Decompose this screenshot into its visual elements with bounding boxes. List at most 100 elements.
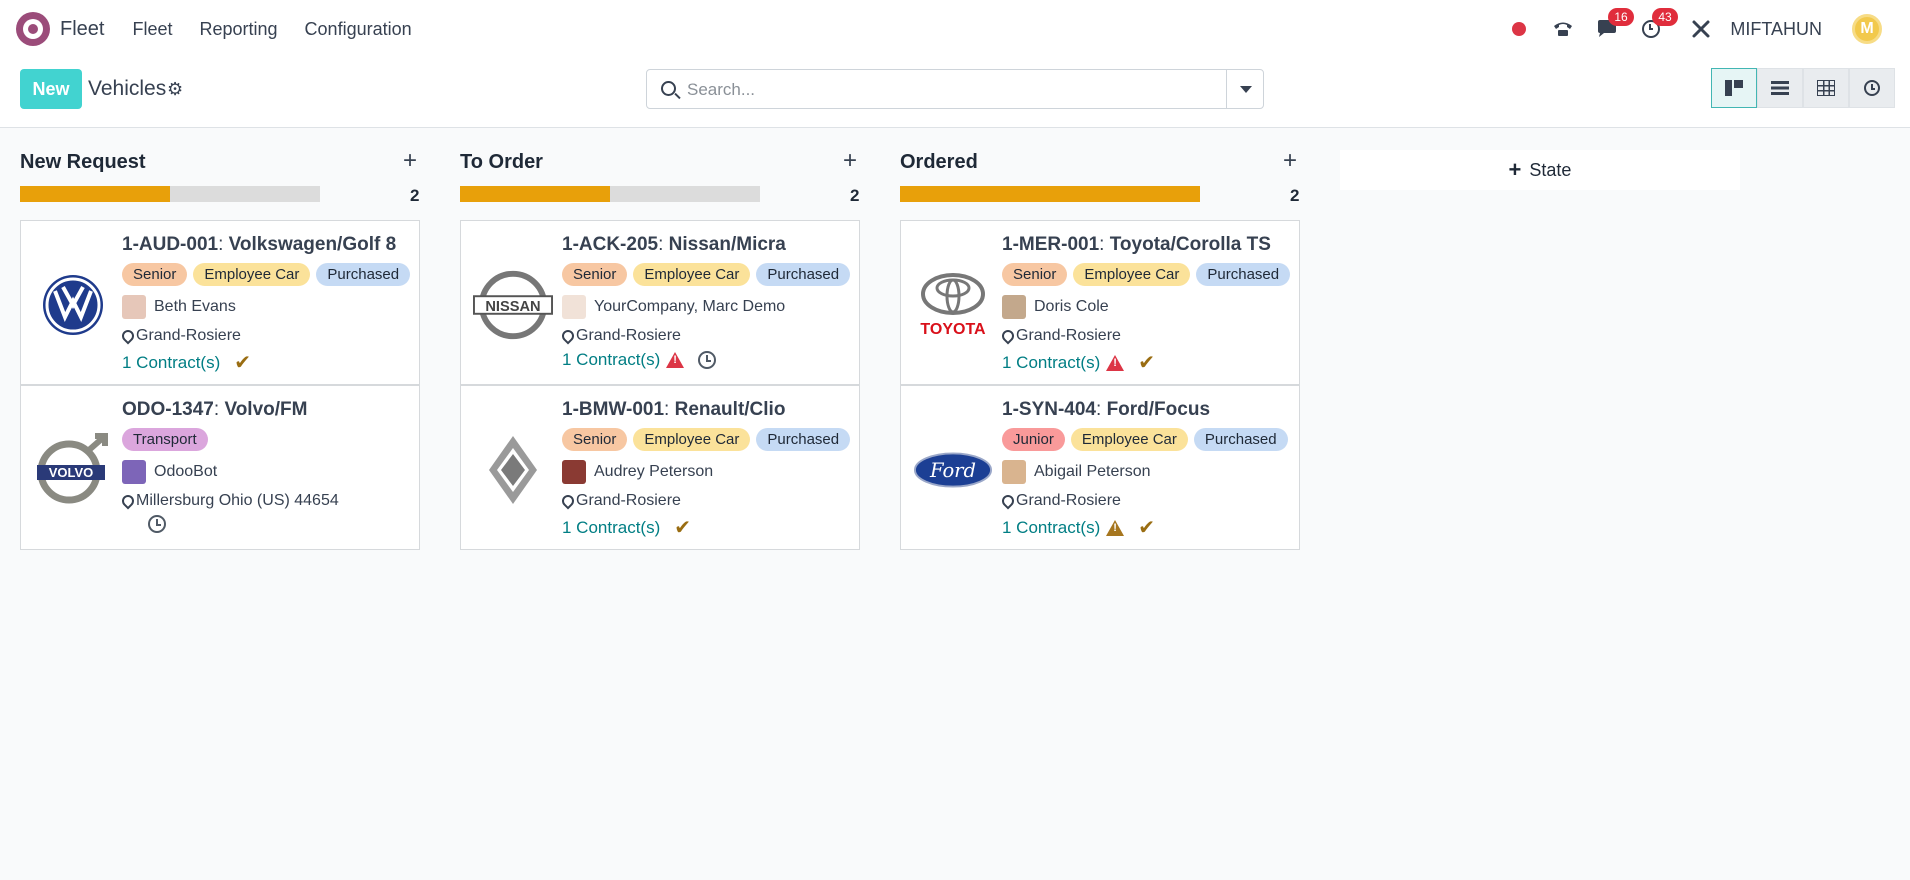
- add-column-label: State: [1529, 159, 1572, 180]
- vehicle-card[interactable]: TOYOTA 1-MER-001: Toyota/Corolla TS Seni…: [900, 220, 1300, 385]
- menu-configuration[interactable]: Configuration: [305, 19, 412, 40]
- vehicle-card[interactable]: NISSAN 1-ACK-205: Nissan/Micra Senior Emp…: [460, 220, 860, 385]
- svg-text:VOLVO: VOLVO: [49, 465, 94, 480]
- column-progress-bar[interactable]: [460, 186, 760, 202]
- kanban-icon: [1725, 80, 1743, 96]
- control-panel: New Vehicles ⚙ Search...: [0, 58, 1910, 128]
- volvo-logo: VOLVO: [33, 430, 113, 510]
- column-count: 2: [410, 186, 420, 205]
- vehicle-card[interactable]: 1-BMW-001: Renault/Clio Senior Employee C…: [460, 385, 860, 550]
- search-bar[interactable]: Search...: [646, 69, 1264, 109]
- search-icon: [661, 81, 676, 96]
- menu-fleet[interactable]: Fleet: [132, 19, 172, 40]
- contracts-link[interactable]: 1 Contract(s): [562, 518, 660, 538]
- recording-indicator-icon[interactable]: [1508, 18, 1530, 40]
- card-body: 1-AUD-001: Volkswagen/Golf 8 Senior Emplo…: [122, 234, 417, 375]
- column-title[interactable]: Ordered: [900, 151, 978, 174]
- card-footer: 1 Contract(s) ✔: [1002, 515, 1297, 540]
- column-count: 2: [1290, 186, 1300, 205]
- card-body: 1-BMW-001: Renault/Clio Senior Employee C…: [562, 399, 857, 540]
- map-pin-icon: [1002, 495, 1010, 507]
- view-switcher: [1711, 68, 1895, 108]
- progress-fill: [460, 186, 610, 202]
- column-title[interactable]: To Order: [460, 151, 543, 174]
- location-text: Grand-Rosiere: [136, 327, 241, 344]
- quick-create-plus-icon[interactable]: +: [403, 148, 417, 174]
- search-input[interactable]: Search...: [687, 80, 755, 100]
- messages-icon[interactable]: 16: [1596, 8, 1634, 40]
- column-progress-bar[interactable]: [900, 186, 1200, 202]
- driver: Doris Cole: [1002, 295, 1297, 319]
- phone-icon[interactable]: [1552, 18, 1574, 40]
- column-progress-bar[interactable]: [20, 186, 320, 202]
- progress-fill: [20, 186, 170, 202]
- location-text: Grand-Rosiere: [1016, 492, 1121, 509]
- tag-badge: Senior: [562, 263, 628, 286]
- quick-create-plus-icon[interactable]: +: [1283, 148, 1297, 174]
- tag-list: Senior Employee Car Purchased: [1002, 263, 1297, 286]
- driver-name: Audrey Peterson: [594, 463, 714, 480]
- contracts-link[interactable]: 1 Contract(s): [122, 353, 220, 373]
- progress-fill: [900, 186, 1200, 202]
- driver-name: Abigail Peterson: [1034, 463, 1151, 480]
- activity-clock-icon[interactable]: [148, 515, 166, 533]
- tag-badge: Employee Car: [1073, 263, 1191, 286]
- activity-check-icon[interactable]: ✔: [1138, 350, 1155, 375]
- add-state-column-button[interactable]: + State: [1340, 150, 1740, 190]
- list-view-button[interactable]: [1757, 68, 1803, 108]
- menu-reporting[interactable]: Reporting: [200, 19, 278, 40]
- contracts-link[interactable]: 1 Contract(s): [562, 350, 660, 370]
- vehicle-title: 1-SYN-404: Ford/Focus: [1002, 399, 1211, 420]
- vehicle-card[interactable]: 1-AUD-001: Volkswagen/Golf 8 Senior Emplo…: [20, 220, 420, 385]
- tag-badge: Employee Car: [193, 263, 311, 286]
- column-count: 2: [850, 186, 860, 205]
- vehicle-card[interactable]: VOLVO ODO-1347: Volvo/FM Transport OdooB…: [20, 385, 420, 550]
- pivot-view-button[interactable]: [1803, 68, 1849, 108]
- user-avatar[interactable]: M: [1852, 14, 1882, 44]
- driver: OdooBot: [122, 460, 417, 484]
- fleet-app-icon[interactable]: [16, 12, 50, 46]
- driver: YourCompany, Marc Demo: [562, 295, 857, 319]
- vehicle-model: Ford/Focus: [1106, 399, 1211, 420]
- kanban-view-button[interactable]: [1711, 68, 1757, 108]
- column-title[interactable]: New Request: [20, 151, 146, 174]
- vehicle-title: ODO-1347: Volvo/FM: [122, 399, 308, 420]
- location: Millersburg Ohio (US) 44654: [122, 492, 417, 510]
- license-plate: 1-BMW-001: [562, 399, 665, 420]
- quick-create-plus-icon[interactable]: +: [843, 148, 857, 174]
- activity-check-icon[interactable]: ✔: [674, 515, 691, 540]
- vehicle-title: 1-AUD-001: Volkswagen/Golf 8: [122, 234, 397, 255]
- location: Grand-Rosiere: [1002, 327, 1297, 345]
- card-footer: 1 Contract(s) ✔: [562, 515, 857, 540]
- activity-check-icon[interactable]: ✔: [1138, 515, 1155, 540]
- card-body: 1-MER-001: Toyota/Corolla TS Senior Emplo…: [1002, 234, 1297, 375]
- svg-text:TOYOTA: TOYOTA: [920, 321, 986, 338]
- activity-clock-icon[interactable]: [698, 351, 717, 369]
- tag-badge: Senior: [562, 428, 628, 451]
- app-name[interactable]: Fleet: [60, 18, 104, 41]
- card-footer: 1 Contract(s): [562, 350, 857, 370]
- driver-name: Doris Cole: [1034, 298, 1109, 315]
- contracts-link[interactable]: 1 Contract(s): [1002, 518, 1100, 538]
- contracts-link[interactable]: 1 Contract(s): [1002, 353, 1100, 373]
- nissan-logo: NISSAN: [473, 265, 553, 345]
- company-name[interactable]: MIFTAHUN: [1730, 19, 1822, 40]
- gear-icon[interactable]: ⚙: [167, 79, 183, 100]
- new-button[interactable]: New: [20, 69, 82, 109]
- warning-icon: [1106, 519, 1125, 536]
- list-icon: [1771, 81, 1789, 95]
- vehicle-card[interactable]: Ford 1-SYN-404: Ford/Focus Junior Employe…: [900, 385, 1300, 550]
- location: Grand-Rosiere: [562, 327, 857, 345]
- ford-logo: Ford: [913, 430, 993, 510]
- debug-tools-icon[interactable]: [1690, 18, 1712, 40]
- activity-check-icon[interactable]: ✔: [234, 350, 251, 375]
- tag-list: Transport: [122, 428, 417, 451]
- search-options-toggle[interactable]: [1226, 70, 1263, 108]
- activity-view-button[interactable]: [1849, 68, 1895, 108]
- card-footer: 1 Contract(s) ✔: [1002, 350, 1297, 375]
- tag-list: Senior Employee Car Purchased: [562, 428, 857, 451]
- driver-name: YourCompany, Marc Demo: [594, 298, 786, 315]
- activities-icon[interactable]: 43: [1640, 8, 1678, 40]
- tag-list: Senior Employee Car Purchased: [562, 263, 857, 286]
- vehicle-model: Toyota/Corolla TS: [1109, 234, 1271, 255]
